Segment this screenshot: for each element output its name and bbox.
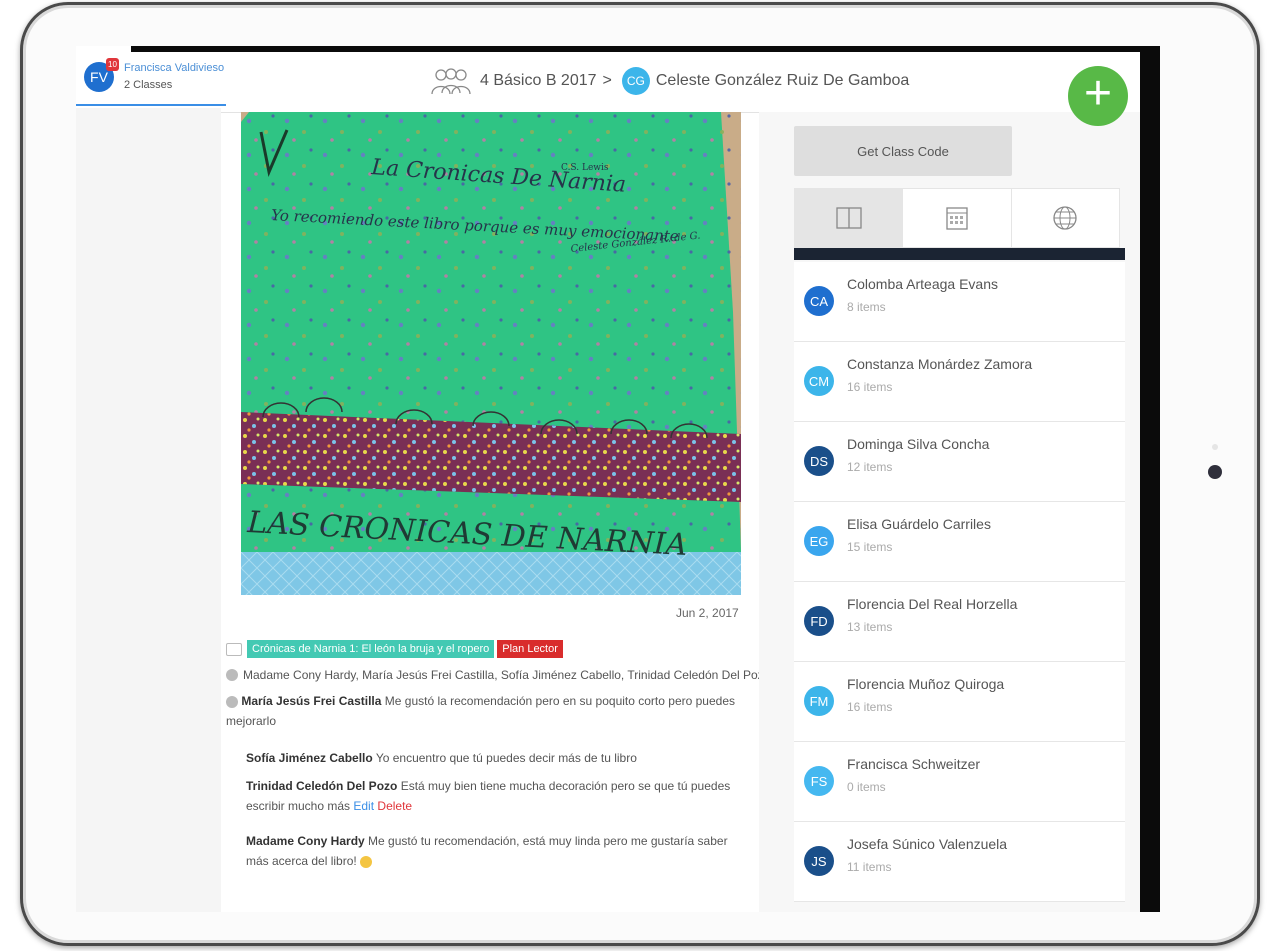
notification-badge: 10 (106, 58, 119, 71)
view-tabs (794, 188, 1120, 248)
tab-globe[interactable] (1012, 189, 1119, 247)
comment: Sofía Jiménez Cabello Yo encuentro que t… (246, 748, 746, 768)
screen-edge (1140, 46, 1160, 912)
student-item[interactable]: FS Francisca Schweitzer 0 items (794, 742, 1125, 822)
student-item[interactable]: CA Colomba Arteaga Evans 8 items (794, 262, 1125, 342)
student-item[interactable]: CM Constanza Monárdez Zamora 16 items (794, 342, 1125, 422)
photo-author-text: C.S. Lewis (561, 163, 609, 173)
breadcrumb-student: Celeste González Ruiz De Gamboa (655, 72, 910, 89)
comment-text: Yo encuentro que tú puedes decir más de … (375, 751, 637, 765)
comment-author[interactable]: Madame Cony Hardy (246, 834, 365, 848)
student-items-count: 0 items (847, 780, 886, 794)
student-name: Francisca Schweitzer (847, 756, 981, 772)
student-name: Constanza Monárdez Zamora (847, 356, 1033, 372)
book-icon (836, 207, 862, 229)
class-group-icon (431, 68, 471, 95)
student-items-count: 13 items (847, 620, 893, 634)
tag-plan-lector[interactable]: Plan Lector (497, 640, 563, 658)
student-name: Elisa Guárdelo Carriles (847, 516, 991, 532)
screen-edge (131, 46, 1160, 52)
tablet-sensor (1212, 444, 1218, 450)
globe-icon (1053, 206, 1077, 230)
breadcrumb-class[interactable]: 4 Básico B 2017 (480, 72, 597, 90)
smiley-icon (360, 855, 373, 868)
tablet-home-button[interactable] (1208, 465, 1222, 479)
avatar: EG (804, 526, 834, 556)
student-item[interactable]: FM Florencia Muñoz Quiroga 16 items (794, 662, 1125, 742)
student-items-count: 8 items (847, 300, 886, 314)
student-items-count: 15 items (847, 540, 893, 554)
heart-icon[interactable] (226, 669, 238, 681)
avatar: DS (804, 446, 834, 476)
comment-author[interactable]: Trinidad Celedón Del Pozo (246, 779, 397, 793)
avatar: CA (804, 286, 834, 316)
student-name: Florencia Muñoz Quiroga (847, 676, 1005, 692)
top-bar: FV 10 Francisca Valdivieso 2 Classes 4 B… (76, 52, 1140, 113)
student-items-count: 11 items (847, 860, 892, 874)
delete-comment-link[interactable]: Delete (377, 799, 412, 813)
student-item[interactable]: EG Elisa Guárdelo Carriles 15 items (794, 502, 1125, 582)
avatar: FM (804, 686, 834, 716)
user-switcher[interactable]: FV 10 Francisca Valdivieso 2 Classes (76, 52, 226, 106)
likes-list: Madame Cony Hardy, María Jesús Frei Cast… (243, 668, 771, 682)
edit-comment-link[interactable]: Edit (353, 799, 374, 813)
post-image: La Cronicas De Narnia C.S. Lewis Yo reco… (241, 112, 741, 595)
student-name: Colomba Arteaga Evans (847, 276, 998, 292)
avatar: CM (804, 366, 834, 396)
tag-book[interactable]: Crónicas de Narnia 1: El león la bruja y… (247, 640, 495, 658)
tab-book[interactable] (795, 189, 904, 247)
folder-icon (226, 642, 242, 656)
user-classes-count: 2 Classes (124, 79, 173, 91)
comment-author[interactable]: Sofía Jiménez Cabello (246, 751, 373, 765)
avatar: CG (621, 67, 650, 95)
comment: Madame Cony Hardy Me gustó tu recomendac… (246, 831, 746, 871)
students-panel: Get Class Code CA Colomba Arteaga Evans 8 … (759, 112, 1140, 912)
comment: Trinidad Celedón Del Pozo Está muy bien … (246, 776, 746, 816)
student-item[interactable]: JS Josefa Súnico Valenzuela 11 items (794, 822, 1125, 902)
comment-icon (226, 695, 238, 708)
student-items-count: 16 items (847, 700, 893, 714)
post-photo[interactable]: La Cronicas De Narnia C.S. Lewis Yo reco… (241, 112, 741, 595)
comment: María Jesús Frei Castilla Me gustó la re… (226, 691, 746, 731)
avatar: FD (804, 606, 834, 636)
tag-list: Crónicas de Narnia 1: El león la bruja y… (226, 640, 563, 658)
get-class-code-button[interactable]: Get Class Code (794, 126, 1012, 176)
breadcrumb-separator: > (602, 72, 612, 89)
student-name: Florencia Del Real Horzella (847, 596, 1018, 612)
tab-indicator-bar (794, 248, 1125, 260)
comment-author[interactable]: María Jesús Frei Castilla (241, 694, 381, 708)
student-name: Josefa Súnico Valenzuela (847, 836, 1008, 852)
likes-row: Madame Cony Hardy, María Jesús Frei Cast… (226, 668, 770, 682)
user-name: Francisca Valdivieso (124, 62, 225, 74)
add-button[interactable]: + (1068, 66, 1128, 126)
post-date: Jun 2, 2017 (676, 606, 739, 620)
student-item[interactable]: FD Florencia Del Real Horzella 13 items (794, 582, 1125, 662)
avatar: JS (804, 846, 834, 876)
student-item[interactable]: DS Dominga Silva Concha 12 items (794, 422, 1125, 502)
app-screen: FV 10 Francisca Valdivieso 2 Classes 4 B… (76, 46, 1160, 912)
left-sidebar (76, 108, 221, 912)
student-items-count: 12 items (847, 460, 893, 474)
avatar: FS (804, 766, 834, 796)
student-list: CA Colomba Arteaga Evans 8 items CM Constan… (794, 262, 1125, 902)
calendar-icon (946, 207, 968, 230)
student-items-count: 16 items (847, 380, 893, 394)
student-name: Dominga Silva Concha (847, 436, 990, 452)
tab-calendar[interactable] (903, 189, 1012, 247)
breadcrumb: 4 Básico B 2017 > CG Celeste González Ru… (428, 66, 909, 96)
